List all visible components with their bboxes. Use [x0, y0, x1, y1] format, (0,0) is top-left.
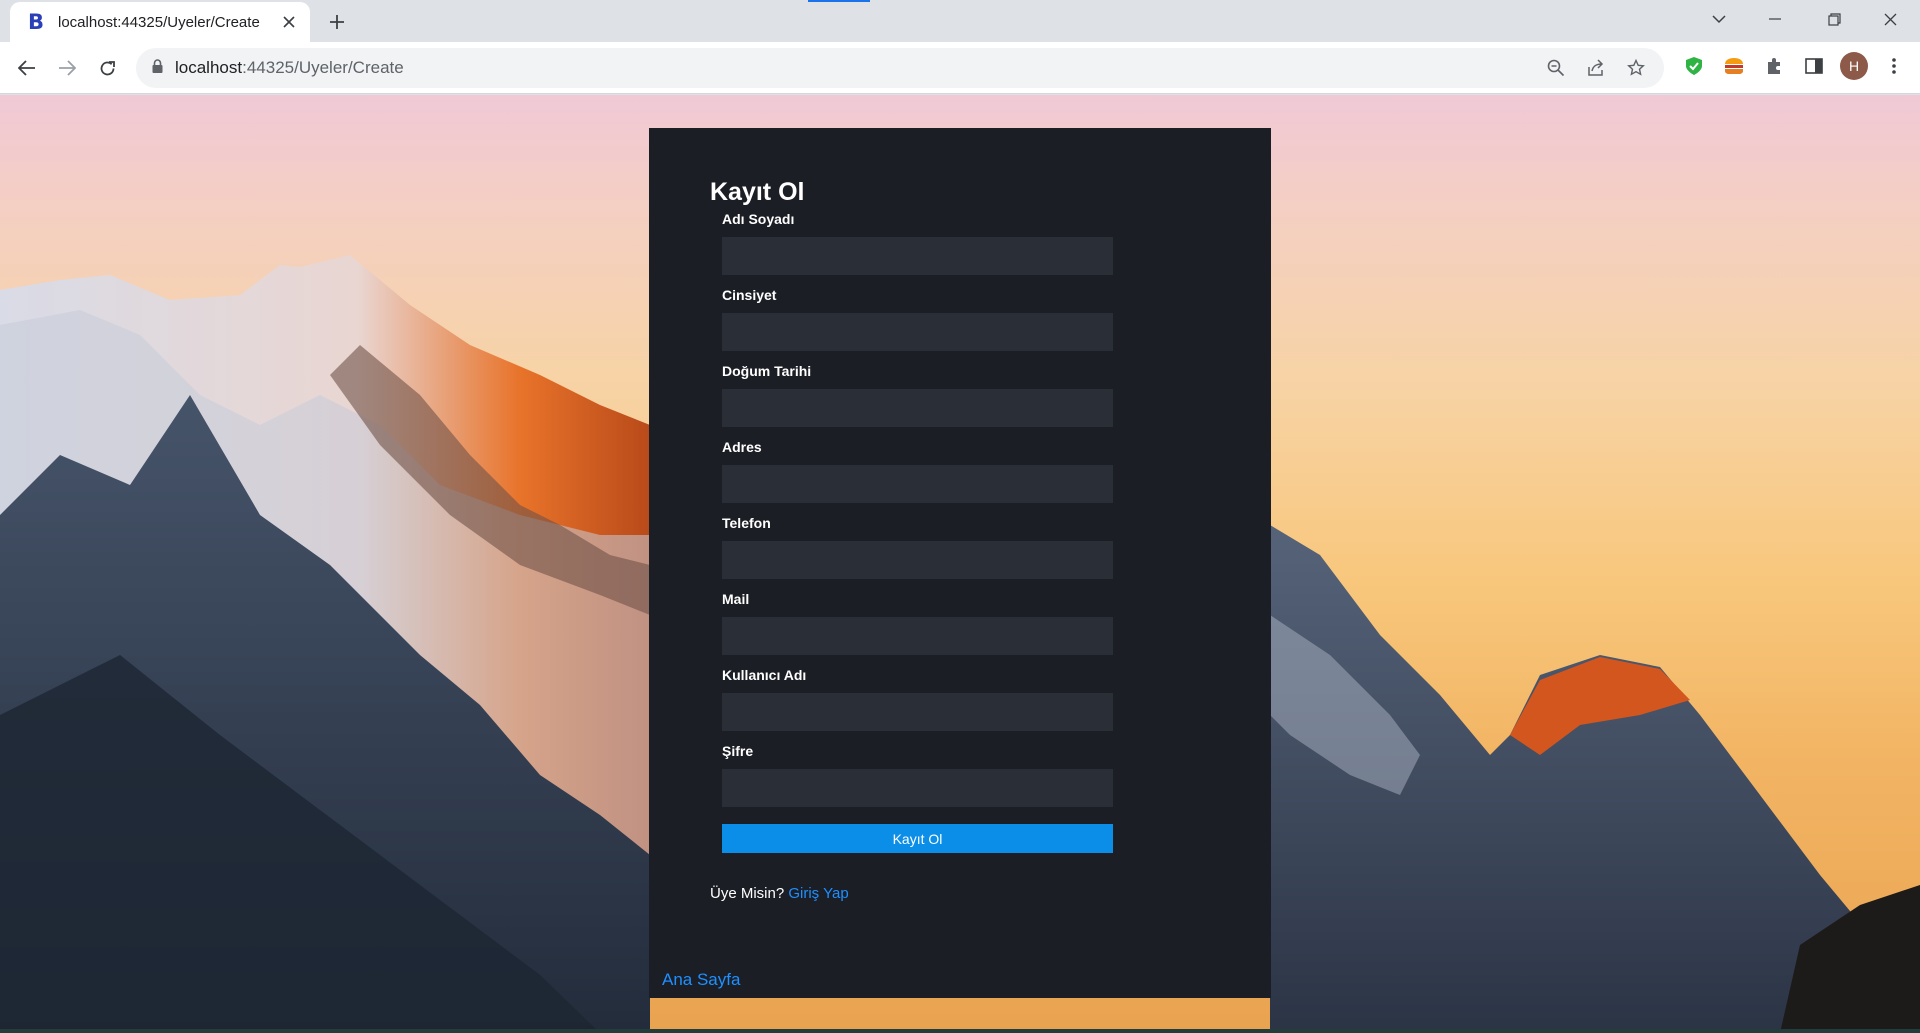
zoom-icon[interactable]: [1542, 54, 1570, 82]
burger-extension-icon[interactable]: [1720, 52, 1748, 80]
close-window-icon[interactable]: [1862, 0, 1918, 38]
phone-input[interactable]: [722, 541, 1113, 579]
register-button[interactable]: Kayıt Ol: [722, 824, 1113, 853]
extensions-area: H: [1680, 52, 1908, 80]
password-input[interactable]: [722, 769, 1113, 807]
restore-icon[interactable]: [1806, 0, 1862, 38]
site-favicon-icon: B: [27, 10, 44, 34]
url-text: localhost:44325/Uyeler/Create: [175, 58, 404, 78]
gender-input[interactable]: [722, 313, 1113, 351]
tab-hover-indicator: [808, 0, 870, 2]
fullname-input[interactable]: [722, 237, 1113, 275]
active-tab[interactable]: B localhost:44325/Uyeler/Create: [10, 2, 310, 42]
bottom-edge-strip: [0, 1029, 1920, 1033]
url-host: localhost: [175, 58, 243, 77]
side-panel-icon[interactable]: [1800, 52, 1828, 80]
lock-icon[interactable]: [152, 58, 163, 78]
register-card: Kayıt Ol Adı Soyadı Cinsiyet Doğum Tarih…: [649, 128, 1271, 998]
member-prompt-text: Üye Misin?: [710, 885, 785, 902]
mail-label: Mail: [722, 591, 750, 607]
new-tab-icon[interactable]: [322, 9, 352, 35]
tab-strip: B localhost:44325/Uyeler/Create: [0, 0, 1920, 42]
mail-input[interactable]: [722, 617, 1113, 655]
address-bar[interactable]: localhost:44325/Uyeler/Create: [136, 48, 1664, 88]
tab-search-icon[interactable]: [1691, 0, 1747, 38]
forward-icon[interactable]: [51, 52, 83, 84]
gender-label: Cinsiyet: [722, 287, 777, 303]
back-icon[interactable]: [11, 52, 43, 84]
page-title: Kayıt Ol: [710, 178, 805, 206]
login-link[interactable]: Giriş Yap: [788, 885, 848, 902]
birthdate-input[interactable]: [722, 389, 1113, 427]
reload-icon[interactable]: [91, 52, 123, 84]
browser-toolbar: localhost:44325/Uyeler/Create H: [0, 42, 1920, 94]
puzzle-extensions-icon[interactable]: [1760, 52, 1788, 80]
minimize-icon[interactable]: [1747, 0, 1803, 38]
address-input[interactable]: [722, 465, 1113, 503]
menu-dots-icon[interactable]: [1880, 52, 1908, 80]
close-tab-icon[interactable]: [278, 11, 300, 33]
shield-extension-icon[interactable]: [1680, 52, 1708, 80]
password-label: Şifre: [722, 743, 754, 759]
home-link[interactable]: Ana Sayfa: [662, 970, 740, 990]
birthdate-label: Doğum Tarihi: [722, 363, 812, 379]
phone-label: Telefon: [722, 515, 771, 531]
share-icon[interactable]: [1582, 54, 1610, 82]
url-path: :44325/Uyeler/Create: [242, 58, 404, 77]
username-label: Kullanıcı Adı: [722, 667, 807, 683]
username-input[interactable]: [722, 693, 1113, 731]
bookmark-star-icon[interactable]: [1622, 54, 1650, 82]
member-prompt-line: Üye Misin? Giriş Yap: [710, 885, 849, 902]
address-label: Adres: [722, 439, 762, 455]
profile-avatar[interactable]: H: [1840, 52, 1868, 80]
page-viewport: Kayıt Ol Adı Soyadı Cinsiyet Doğum Tarih…: [0, 95, 1920, 1033]
tab-title: localhost:44325/Uyeler/Create: [58, 13, 260, 31]
fullname-label: Adı Soyadı: [722, 211, 795, 227]
